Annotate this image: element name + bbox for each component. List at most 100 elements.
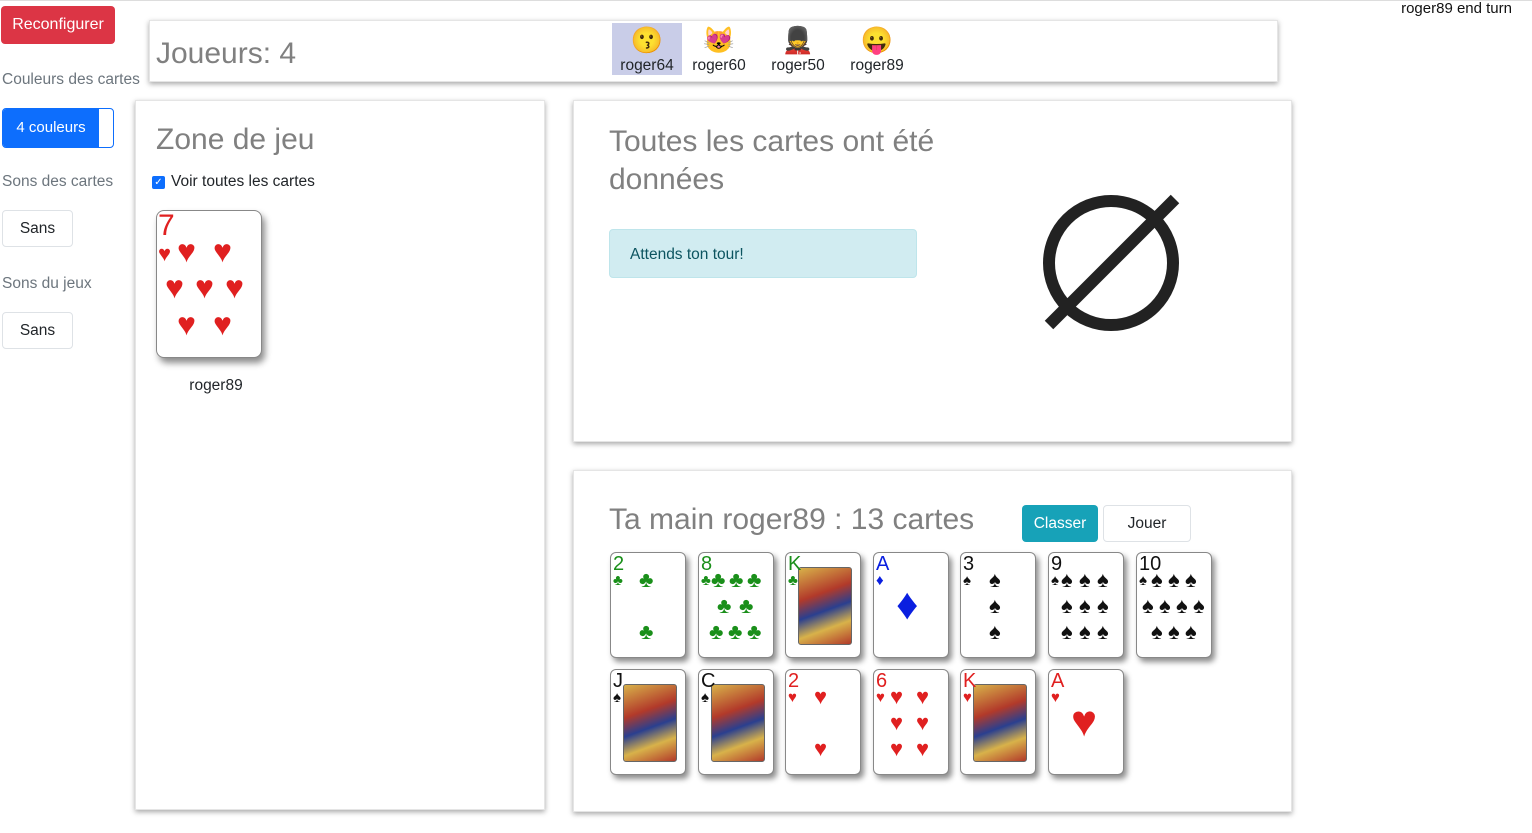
player-name: roger50 bbox=[771, 57, 825, 74]
heart-icon: ♥ bbox=[814, 736, 828, 761]
player-avatar-icon: 💂 bbox=[781, 25, 815, 55]
heart-icon: ♥ bbox=[916, 684, 930, 709]
show-all-cards-checkbox[interactable]: ✓ Voir toutes les cartes bbox=[152, 173, 315, 191]
hand-card[interactable]: J ♠ bbox=[610, 669, 686, 775]
player-name: roger60 bbox=[692, 57, 746, 74]
card-colors-toggle[interactable]: 4 couleurs bbox=[2, 108, 114, 148]
player-roger50[interactable]: 💂 roger50 bbox=[763, 23, 833, 75]
hand-card[interactable]: K ♣ bbox=[785, 552, 861, 658]
hand-card[interactable]: K ♥ bbox=[960, 669, 1036, 775]
spade-icon: ♠ bbox=[989, 567, 1001, 592]
spade-icon: ♠ bbox=[1185, 567, 1197, 592]
player-avatar-icon: 😻 bbox=[702, 25, 736, 55]
diamond-icon: ♦ bbox=[876, 572, 884, 589]
hand-card[interactable]: 9 ♠ ♠ ♠ ♠ ♠ ♠ ♠ ♠ ♠ ♠ bbox=[1048, 552, 1124, 658]
player-roger60[interactable]: 😻 roger60 bbox=[684, 23, 754, 75]
card-sounds-label: Sons des cartes bbox=[2, 173, 114, 190]
player-name: roger64 bbox=[620, 57, 674, 74]
heart-icon: ♥ bbox=[213, 306, 232, 342]
deal-info-panel: Toutes les cartes ont été données Attend… bbox=[573, 100, 1292, 442]
player-name: roger89 bbox=[850, 57, 904, 74]
play-zone: Zone de jeu ✓ Voir toutes les cartes 7 ♥… bbox=[135, 100, 545, 810]
spade-icon: ♠ bbox=[1168, 619, 1180, 644]
spade-icon: ♠ bbox=[1061, 619, 1073, 644]
club-icon: ♣ bbox=[711, 567, 726, 592]
heart-icon: ♥ bbox=[890, 736, 904, 761]
hand-card[interactable]: A ♥ ♥ bbox=[1048, 669, 1124, 775]
player-roger89[interactable]: 😛 roger89 bbox=[842, 23, 912, 75]
heart-icon: ♥ bbox=[165, 269, 184, 305]
reconfigure-button[interactable]: Reconfigurer bbox=[1, 6, 115, 44]
spade-icon: ♠ bbox=[1097, 567, 1109, 592]
spade-icon: ♠ bbox=[1061, 567, 1073, 592]
spade-icon: ♠ bbox=[1185, 619, 1197, 644]
hand-panel: Ta main roger89 : 13 cartes Classer Joue… bbox=[573, 470, 1292, 812]
hand-card[interactable]: 2 ♥ ♥ ♥ bbox=[785, 669, 861, 775]
spade-icon: ♠ bbox=[701, 689, 709, 706]
deal-status-title: Toutes les cartes ont été données bbox=[609, 125, 935, 196]
club-icon: ♣ bbox=[639, 567, 654, 592]
player-roger64[interactable]: 😗 roger64 bbox=[612, 23, 682, 75]
play-button[interactable]: Jouer bbox=[1103, 505, 1191, 542]
heart-icon: ♥ bbox=[225, 269, 244, 305]
spade-icon: ♠ bbox=[1079, 567, 1091, 592]
spade-icon: ♠ bbox=[1193, 593, 1205, 618]
card-colors-value: 4 couleurs bbox=[3, 109, 99, 147]
spade-icon: ♠ bbox=[1168, 567, 1180, 592]
spade-icon: ♠ bbox=[989, 593, 1001, 618]
card-rank: 7 bbox=[158, 209, 175, 242]
heart-icon: ♥ bbox=[177, 233, 196, 269]
empty-set-icon bbox=[1043, 194, 1180, 331]
spade-icon: ♠ bbox=[1051, 572, 1059, 589]
game-sounds-button[interactable]: Sans bbox=[2, 312, 73, 349]
diamond-icon: ♦ bbox=[896, 580, 919, 629]
play-zone-title: Zone de jeu bbox=[156, 123, 315, 156]
club-icon: ♣ bbox=[747, 619, 762, 644]
club-icon: ♣ bbox=[639, 619, 654, 644]
spade-icon: ♠ bbox=[1159, 593, 1171, 618]
checkbox-checked-icon[interactable]: ✓ bbox=[152, 175, 165, 189]
heart-icon: ♥ bbox=[876, 689, 885, 706]
heart-icon: ♥ bbox=[890, 710, 904, 735]
club-icon: ♣ bbox=[709, 619, 724, 644]
club-icon: ♣ bbox=[701, 572, 711, 589]
heart-icon: ♥ bbox=[814, 684, 828, 709]
heart-icon: ♥ bbox=[890, 684, 904, 709]
spade-icon: ♠ bbox=[1151, 619, 1163, 644]
card-sounds-button[interactable]: Sans bbox=[2, 210, 73, 247]
heart-icon: ♥ bbox=[1071, 697, 1098, 746]
spade-icon: ♠ bbox=[963, 572, 971, 589]
spade-icon: ♠ bbox=[1079, 593, 1091, 618]
heart-icon: ♥ bbox=[916, 736, 930, 761]
club-icon: ♣ bbox=[739, 593, 754, 618]
hand-card[interactable]: A ♦ ♦ bbox=[873, 552, 949, 658]
club-icon: ♣ bbox=[788, 572, 798, 589]
hand-card[interactable]: C ♠ bbox=[698, 669, 774, 775]
heart-icon: ♥ bbox=[916, 710, 930, 735]
jack-figure-icon bbox=[623, 684, 677, 762]
club-icon: ♣ bbox=[613, 572, 623, 589]
game-sounds-label: Sons du jeux bbox=[2, 275, 92, 292]
spade-icon: ♠ bbox=[1079, 619, 1091, 644]
club-icon: ♣ bbox=[747, 567, 762, 592]
hand-card[interactable]: 3 ♠ ♠ ♠ ♠ bbox=[960, 552, 1036, 658]
hand-card[interactable]: 6 ♥ ♥ ♥ ♥ ♥ ♥ ♥ bbox=[873, 669, 949, 775]
sort-cards-button[interactable]: Classer bbox=[1022, 505, 1098, 542]
player-avatar-icon: 😛 bbox=[860, 25, 894, 55]
king-figure-icon bbox=[973, 684, 1027, 762]
wait-turn-alert: Attends ton tour! bbox=[609, 229, 917, 278]
player-avatar-icon: 😗 bbox=[630, 25, 664, 55]
played-card: 7 ♥ ♥ ♥ ♥ ♥ ♥ ♥ ♥ bbox=[156, 209, 262, 358]
hand-card[interactable]: 10 ♠ ♠ ♠ ♠ ♠ ♠ ♠ ♠ ♠ ♠ ♠ bbox=[1136, 552, 1212, 658]
hand-card[interactable]: 8 ♣ ♣ ♣ ♣ ♣ ♣ ♣ ♣ ♣ bbox=[698, 552, 774, 658]
heart-icon: ♥ bbox=[788, 689, 797, 706]
hand-card[interactable]: 2 ♣ ♣ ♣ bbox=[610, 552, 686, 658]
heart-icon: ♥ bbox=[158, 241, 172, 266]
spade-icon: ♠ bbox=[989, 619, 1001, 644]
spade-icon: ♠ bbox=[1142, 593, 1154, 618]
spade-icon: ♠ bbox=[1139, 572, 1147, 589]
knight-figure-icon bbox=[711, 684, 765, 762]
show-all-cards-label: Voir toutes les cartes bbox=[171, 173, 315, 190]
heart-icon: ♥ bbox=[963, 689, 972, 706]
club-icon: ♣ bbox=[717, 593, 732, 618]
